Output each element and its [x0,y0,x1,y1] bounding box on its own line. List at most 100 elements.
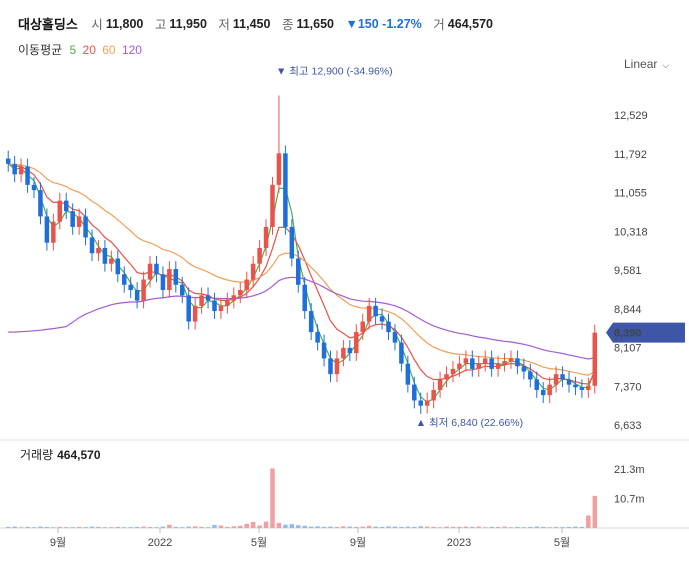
candle-body [231,295,237,301]
volume-bar [424,526,430,528]
candle-body [482,358,488,364]
candlestick-series [5,95,598,415]
candle-body [412,384,417,401]
candle-body [160,274,166,291]
volume-bar [70,527,75,528]
volume-bar [405,526,411,528]
candle-body [321,342,327,359]
candle-body [328,358,333,375]
candle-body [540,389,546,396]
volume-bar [283,524,288,528]
volume-bar [38,526,43,528]
ma-120-line [8,276,595,360]
candle-body [547,384,552,396]
volume-bar [212,524,217,528]
candle-body [341,347,346,359]
volume-bar [109,527,114,528]
candle-body [205,295,211,301]
candle-body [508,358,514,362]
volume-title: 거래량 [20,448,54,462]
candle-body [360,321,365,333]
volume-bar [347,526,353,528]
volume-bar [167,524,172,528]
candle-body [147,263,153,280]
candle-body [128,284,133,291]
candle-body [444,374,449,380]
candle-body [592,332,598,386]
volume-bar [354,526,359,528]
volume-tick-label: 10.7m [614,493,645,505]
volume-bar [147,526,153,528]
volume-bar [205,527,211,528]
volume-bar [540,526,546,528]
volume-value: 464,570 [57,448,101,462]
volume-bar [373,526,378,528]
candle-body [134,290,140,301]
candle-body [283,153,288,227]
candle-body [18,166,24,175]
volume-bar [134,526,140,528]
candle-body [289,226,295,259]
grid-layer [0,439,689,533]
volume-bar [515,526,520,528]
candle-body [250,263,256,280]
candle-body [141,279,146,301]
volume-bar [379,526,385,528]
candle-body [115,258,121,275]
volume-bar [308,526,314,528]
volume-bar [360,526,365,528]
volume-bar [315,526,320,528]
volume-bar [553,526,559,528]
y-tick-label: 8,107 [614,343,642,355]
volume-bar [141,526,146,528]
volume-bar [218,525,224,528]
volume-bar [128,527,133,528]
volume-bar [444,526,449,528]
candle-body [560,374,565,380]
candle-body [12,163,17,175]
volume-bar [508,527,514,528]
x-tick-label: 2022 [148,537,172,549]
volume-bar [173,526,179,528]
candle-body [334,358,340,375]
volume-bar [437,527,443,528]
max-price-annotation: ▼ 최고 12,900 (-34.96%) [276,65,393,77]
candle-body [515,358,520,367]
candle-body [528,371,533,380]
volume-bar [502,526,507,528]
candle-body [489,358,494,369]
volume-bar [334,526,340,528]
volume-bar [179,527,185,528]
x-tick-label: 5월 [554,536,570,549]
candle-body [263,226,269,248]
candle-body [405,363,411,385]
candle-body [225,300,230,306]
candle-body [586,385,591,390]
y-tick-label: 9,581 [614,265,642,277]
volume-bar [5,526,11,528]
candle-body [167,269,172,291]
axis-labels: 12,529 11,792 11,055 10,318 9,581 8,844 8,107 7… [50,110,648,549]
candle-body [373,305,378,317]
volume-bar [89,526,95,528]
volume-bar [586,515,591,528]
candle-body [244,279,249,291]
volume-bar [392,526,398,528]
price-chart[interactable]: 12,529 11,792 11,055 10,318 9,581 8,844 8,107 7… [0,0,689,570]
volume-bar [83,527,88,528]
volume-bar [199,526,204,528]
y-tick-label: 6,633 [614,420,642,432]
x-tick-label: 2023 [447,537,471,549]
candle-body [57,200,63,222]
candle-body [31,184,37,191]
candle-body [502,361,507,364]
volume-bar [418,526,424,528]
volume-tick-label: 21.3m [614,464,645,476]
candle-body [270,184,275,227]
candle-body [238,290,243,296]
candle-body [83,216,88,238]
volume-bar [450,526,456,528]
volume-bar [31,527,37,528]
volume-bar [495,526,501,528]
candle-body [302,284,307,312]
